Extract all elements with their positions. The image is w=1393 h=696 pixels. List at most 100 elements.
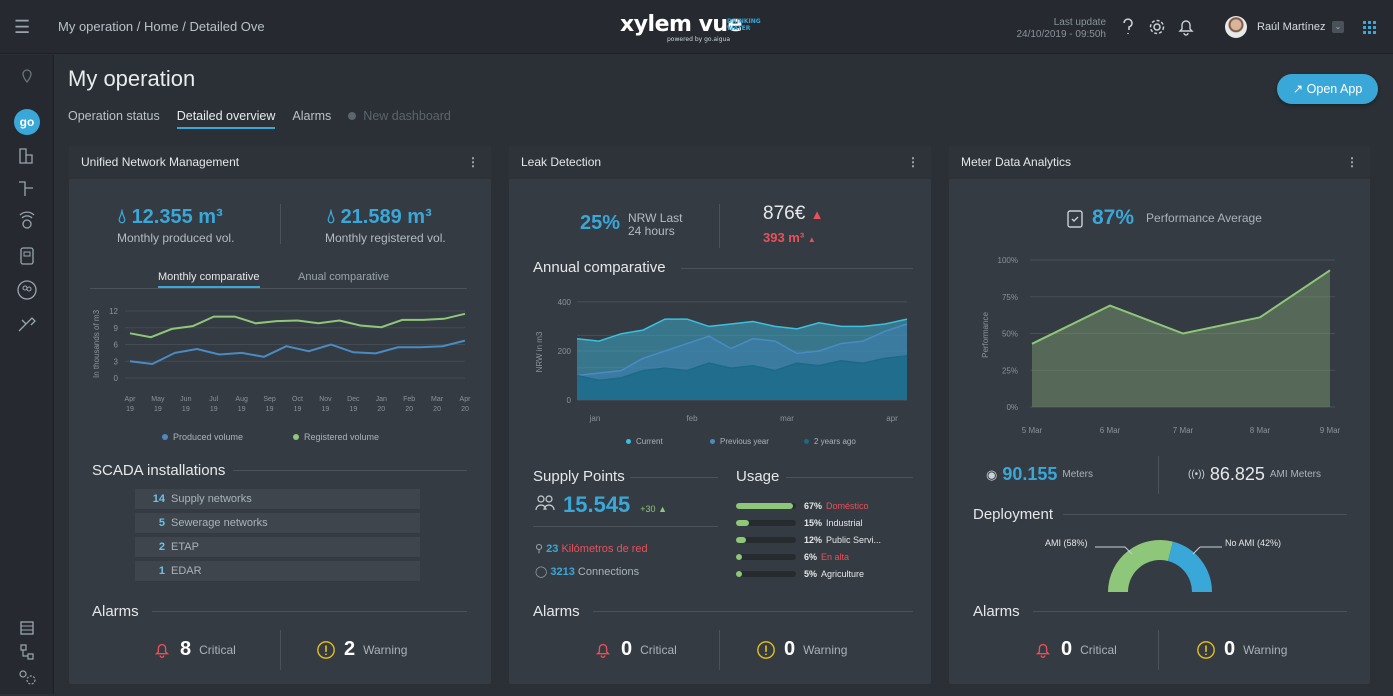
tab-detailed-overview[interactable]: Detailed overview: [176, 109, 276, 129]
x-tick-label: Mar: [431, 396, 444, 403]
x-tick-label: 5 Mar: [1022, 426, 1043, 435]
performance-chart: 0% 25% 50% 75% 100% Performance 5 Mar 6 Mar 7 Ma…: [981, 256, 1341, 435]
list-icon[interactable]: [14, 615, 40, 641]
avatar[interactable]: [1225, 16, 1247, 38]
warning-alarms[interactable]: 0 Warning: [1196, 638, 1287, 661]
critical-alarms[interactable]: 8 Critical: [152, 638, 236, 661]
registered-value: 💧︎ 21.589 m³: [327, 206, 432, 228]
y-tick-label: 50%: [1002, 330, 1018, 339]
user-name[interactable]: Raúl Martínez: [1257, 21, 1325, 33]
legend-prev: Previous year: [710, 437, 769, 446]
supply-title: Supply Points: [533, 468, 625, 485]
tab-annual-comparative[interactable]: Anual comparative: [298, 271, 389, 283]
pipe-icon[interactable]: [14, 175, 40, 201]
nrw-cost: 876€ ▲: [763, 203, 823, 225]
logo-tag: DRINKING WATER: [727, 18, 767, 32]
x-tick-label: Oct: [292, 396, 303, 403]
tab-monthly-comparative[interactable]: Monthly comparative: [158, 271, 260, 288]
apps-grid-icon[interactable]: [1363, 21, 1376, 34]
x-tick-label: 20: [461, 406, 469, 413]
critical-label: Critical: [640, 642, 677, 657]
last-update-label: Last update: [1053, 17, 1106, 28]
km-label: Kilómetros de red: [561, 543, 648, 555]
supply-delta-text: +30: [640, 504, 656, 514]
alarms-title: Alarms: [92, 603, 139, 620]
tab-alarms[interactable]: Alarms: [292, 109, 331, 129]
x-tick-label: 19: [126, 406, 134, 413]
critical-alarms[interactable]: 0 Critical: [593, 638, 677, 661]
settings-group-icon[interactable]: [14, 665, 40, 691]
legend-dot: [710, 439, 715, 444]
user-dropdown-icon[interactable]: ⌄: [1332, 21, 1344, 33]
scada-count: 14: [152, 493, 165, 505]
legend-registered-text: Registered volume: [304, 432, 380, 442]
tools-icon[interactable]: [14, 311, 40, 337]
more-options-icon[interactable]: ⋮: [907, 146, 919, 179]
scada-row[interactable]: 14 Supply networks: [135, 489, 420, 509]
gauge-ami-segment: [1108, 540, 1173, 592]
menu-icon[interactable]: ☰: [14, 17, 34, 37]
users-icon[interactable]: [14, 277, 40, 303]
bell-icon[interactable]: [1175, 16, 1197, 38]
usage-title: Usage: [736, 468, 780, 485]
section-line: [1063, 514, 1347, 515]
card-title: Meter Data Analytics: [961, 155, 1072, 169]
legend-dot: [162, 434, 168, 440]
usage-bar: [736, 571, 796, 577]
location-icon[interactable]: [14, 65, 40, 91]
section-line: [152, 611, 467, 612]
open-app-button[interactable]: ↗ Open App: [1277, 74, 1378, 104]
usage-pct: 5%: [804, 569, 818, 579]
y-tick-label: 25%: [1002, 366, 1018, 375]
tab-operation-status[interactable]: Operation status: [68, 109, 160, 129]
x-tick-label: Feb: [403, 396, 415, 403]
more-options-icon[interactable]: ⋮: [1346, 146, 1358, 179]
people-icon: [535, 495, 555, 511]
breadcrumb[interactable]: My operation / Home / Detailed Ove: [58, 19, 265, 34]
performance-average: 87% Performance Average: [1066, 206, 1262, 230]
sensor-icon[interactable]: [14, 209, 40, 235]
y-tick-label: 400: [558, 298, 572, 307]
legend-registered: Registered volume: [293, 432, 379, 442]
hierarchy-icon[interactable]: [14, 639, 40, 665]
y-axis-label: NRW in m3: [535, 331, 544, 372]
x-tick-label: 19: [210, 406, 218, 413]
usage-row: 15% Industrial: [736, 517, 863, 529]
top-bar: ☰ My operation / Home / Detailed Ove xyl…: [0, 0, 1393, 54]
section-line: [681, 268, 913, 269]
annual-chart: 0 200 400 NRW in m3 jan feb mar apr: [535, 298, 908, 423]
y-tick-label: 3: [114, 357, 119, 366]
tab-new-dashboard[interactable]: New dashboard: [348, 109, 451, 129]
meter-icon[interactable]: [14, 243, 40, 269]
warning-alarms[interactable]: 0 Warning: [756, 638, 847, 661]
divider: [280, 630, 281, 670]
gear-icon[interactable]: [1146, 16, 1168, 38]
usage-pct: 12%: [804, 535, 823, 545]
usage-bar-fill: [736, 503, 793, 509]
more-options-icon[interactable]: ⋮: [467, 146, 479, 179]
scada-row[interactable]: 1 EDAR: [135, 561, 420, 581]
x-tick-label: 19: [294, 406, 302, 413]
warning-label: Warning: [1243, 642, 1288, 657]
scada-row[interactable]: 2 ETAP: [135, 537, 420, 557]
go-aigua-icon[interactable]: go: [14, 109, 40, 135]
warning-alarms[interactable]: 2 Warning: [316, 638, 407, 661]
last-update: Last update 24/10/2019 - 09:50h: [1016, 17, 1106, 41]
warning-icon: [1197, 640, 1215, 659]
y-axis-label: Performance: [981, 312, 990, 358]
scada-row[interactable]: 5 Sewerage networks: [135, 513, 420, 533]
usage-bar-fill: [736, 571, 742, 577]
card-title: Leak Detection: [521, 155, 602, 169]
usage-row: 6% En alta: [736, 551, 849, 563]
hydrant-icon[interactable]: [14, 143, 40, 169]
usage-pct: 67%: [804, 501, 823, 511]
clipboard-check-icon: [1067, 210, 1083, 228]
section-line: [630, 477, 718, 478]
bell-critical-icon: [1035, 643, 1051, 658]
scada-title: SCADA installations: [92, 462, 226, 479]
y-axis-label: In thousands of m3: [92, 309, 101, 378]
usage-row: 67% Doméstico: [736, 500, 869, 512]
help-icon[interactable]: [1117, 16, 1139, 38]
critical-alarms[interactable]: 0 Critical: [1033, 638, 1117, 661]
usage-bar-fill: [736, 554, 742, 560]
